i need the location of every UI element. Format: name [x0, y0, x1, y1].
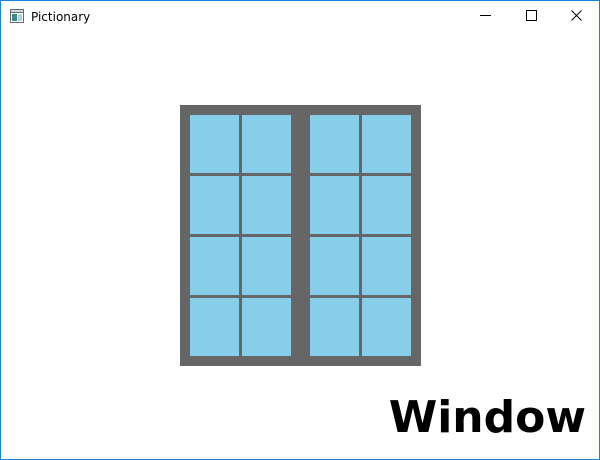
window-pane — [242, 237, 291, 295]
window-pane — [362, 298, 411, 356]
app-window: Pictionary Window — [0, 0, 600, 460]
minimize-icon — [479, 8, 491, 26]
window-pane — [190, 298, 239, 356]
window-app-icon — [10, 9, 24, 23]
window-pane — [362, 237, 411, 295]
window-pane — [362, 176, 411, 234]
drawing-canvas[interactable]: Window — [1, 32, 599, 459]
window-pane — [190, 237, 239, 295]
window-pane — [242, 176, 291, 234]
minimize-button[interactable] — [462, 1, 508, 32]
window-pane — [310, 237, 359, 295]
window-pane — [190, 115, 239, 173]
window-pane — [310, 298, 359, 356]
window-drawing — [180, 105, 421, 366]
window-title: Pictionary — [31, 10, 91, 24]
window-pane — [362, 115, 411, 173]
window-pane — [242, 115, 291, 173]
window-pane — [310, 176, 359, 234]
window-pane — [310, 115, 359, 173]
close-button[interactable] — [553, 1, 599, 32]
window-pane — [242, 298, 291, 356]
close-icon — [570, 8, 582, 26]
window-pane — [190, 176, 239, 234]
answer-word: Window — [388, 392, 586, 443]
maximize-button[interactable] — [508, 1, 554, 32]
title-bar[interactable]: Pictionary — [1, 1, 599, 32]
maximize-icon — [525, 8, 537, 26]
